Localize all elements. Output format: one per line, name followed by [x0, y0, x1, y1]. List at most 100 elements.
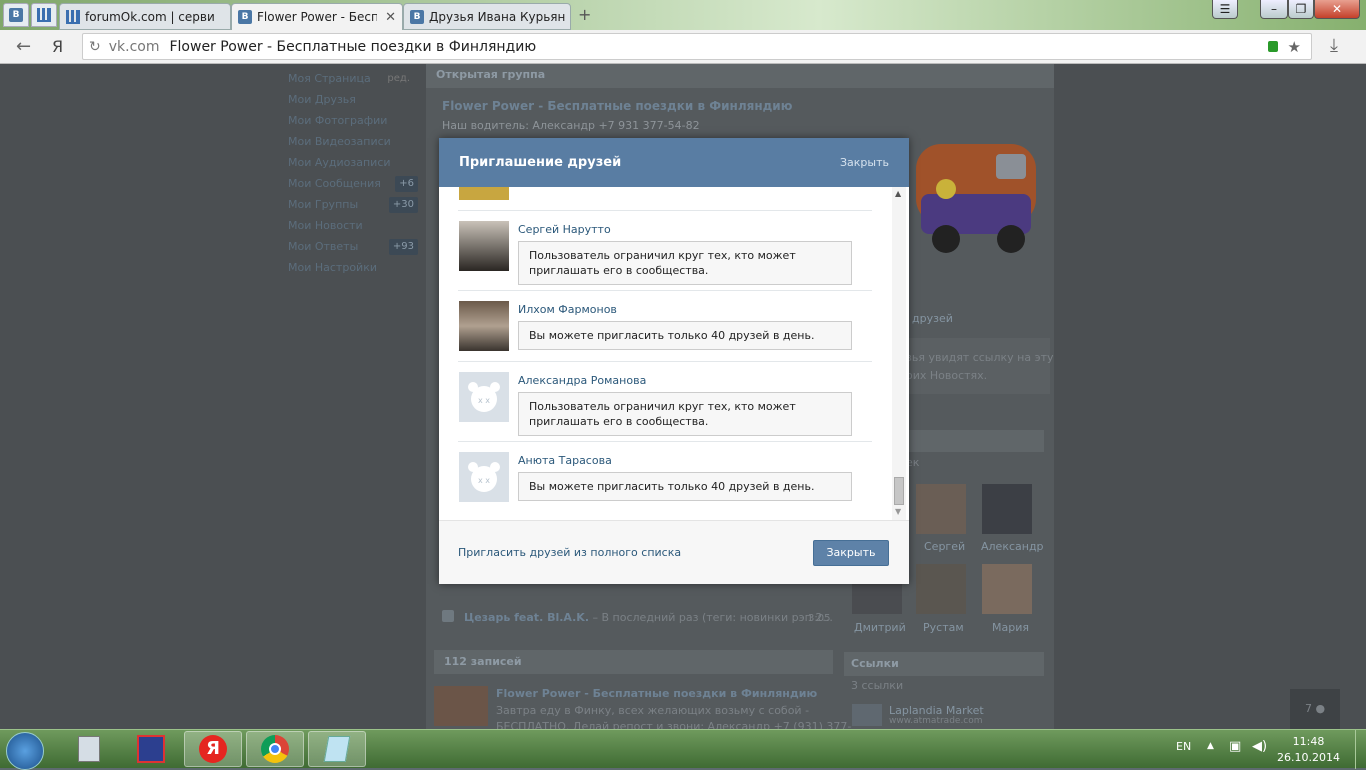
link-thumb[interactable]	[852, 704, 882, 726]
invite-friends-dialog: Приглашение друзей Закрыть Сергей Нарутт…	[439, 138, 909, 584]
nav-my-groups[interactable]: Мои Группы +30	[288, 194, 418, 215]
back-arrow-icon[interactable]: ←	[16, 36, 31, 57]
nav-my-page[interactable]: Моя Страница ред.	[288, 68, 418, 89]
show-desktop-button[interactable]	[1355, 730, 1366, 769]
count-badge: +93	[388, 239, 418, 255]
nav-my-answers[interactable]: Мои Ответы +93	[288, 236, 418, 257]
member-name[interactable]: Рустам	[923, 621, 964, 634]
tab-forumok[interactable]: forumOk.com | серви	[59, 3, 231, 30]
list-item: x x Александра Романова Пользователь огр…	[458, 361, 872, 441]
minimize-icon[interactable]: –	[1260, 0, 1288, 19]
svg-text:x x: x x	[478, 476, 490, 485]
nav-my-audio[interactable]: Мои Аудиозаписи	[288, 152, 418, 173]
friend-name[interactable]: Илхом Фармонов	[518, 303, 617, 316]
new-tab-button[interactable]: +	[578, 5, 591, 24]
tab-label: Друзья Ивана Курьян	[429, 9, 566, 24]
limit-message: Вы можете пригласить только 40 друзей в …	[518, 321, 852, 350]
member-name[interactable]: Сергей	[924, 540, 965, 553]
audio-desc: – В последний раз (теги: новинки рэп 2..…	[589, 611, 833, 624]
friend-avatar-partial	[459, 187, 509, 200]
nav-my-photos[interactable]: Мои Фотографии	[288, 110, 418, 131]
close-icon[interactable]: ✕	[381, 10, 396, 25]
member-name[interactable]: Дмитрий	[854, 621, 906, 634]
default-avatar-icon[interactable]: x x	[459, 452, 509, 502]
invite-full-list-link[interactable]: Пригласить друзей из полного списка	[458, 546, 681, 559]
nav-my-messages[interactable]: Мои Сообщения +6	[288, 173, 418, 194]
tab-flower-power[interactable]: B Flower Power - Бесплат ✕	[231, 3, 403, 30]
friend-name[interactable]: Сергей Нарутто	[518, 223, 611, 236]
list-item: Илхом Фармонов Вы можете пригласить толь…	[458, 290, 872, 361]
restriction-message: Пользователь ограничил круг тех, кто мож…	[518, 392, 852, 436]
post-author[interactable]: Flower Power - Бесплатные поездки в Финл…	[496, 687, 817, 700]
scrollbar[interactable]: ▲ ▼	[892, 187, 906, 520]
friend-name[interactable]: Анюта Тарасова	[518, 454, 612, 467]
scrollbar-thumb[interactable]	[894, 477, 904, 505]
share-note-1: зья увидят ссылку на эту	[906, 351, 1054, 364]
pinned-tab-forum[interactable]	[31, 3, 57, 27]
tray-arrow-icon[interactable]: ▲	[1207, 741, 1214, 751]
calculator-icon[interactable]	[60, 731, 118, 767]
nav-my-news[interactable]: Мои Новости	[288, 215, 418, 236]
group-driver: Наш водитель: Александр +7 931 377-54-82	[442, 119, 700, 132]
volume-icon[interactable]: ◀)	[1252, 739, 1267, 754]
nav-my-settings[interactable]: Мои Настройки	[288, 257, 418, 278]
tab-label: Flower Power - Бесплат	[257, 10, 377, 24]
member-avatar[interactable]	[916, 484, 966, 534]
dialog-title: Приглашение друзей	[459, 155, 622, 170]
post-text-2: БЕСПЛАТНО. Делай репост и звони: Алексан…	[496, 720, 852, 729]
friend-avatar[interactable]	[459, 301, 509, 351]
download-icon[interactable]: ⤓	[1330, 35, 1338, 56]
list-item: x x Анюта Тарасова Вы можете пригласить …	[458, 441, 872, 520]
chat-badge[interactable]: 7 ●	[1290, 689, 1340, 729]
tab-friends[interactable]: B Друзья Ивана Курьян	[403, 3, 571, 30]
address-field[interactable]: ↻ vk.com Flower Power - Бесплатные поезд…	[82, 33, 1312, 60]
default-avatar-icon[interactable]: x x	[459, 372, 509, 422]
chrome-icon[interactable]	[246, 731, 304, 767]
member-name[interactable]: Александр	[981, 540, 1044, 553]
yandex-browser-icon[interactable]: Я	[184, 731, 242, 767]
star-icon[interactable]: ★	[1288, 38, 1301, 56]
member-name[interactable]: Мария	[992, 621, 1029, 634]
friend-avatar[interactable]	[459, 221, 509, 271]
friends-link[interactable]: друзей	[912, 312, 953, 325]
svg-text:x x: x x	[478, 396, 490, 405]
edit-link[interactable]: ред.	[387, 68, 410, 89]
forum-icon	[37, 8, 51, 22]
group-avatar-van	[916, 144, 1036, 253]
post-avatar[interactable]	[434, 686, 488, 726]
member-avatar[interactable]	[982, 484, 1032, 534]
save-disk-icon[interactable]	[122, 731, 180, 767]
lock-icon[interactable]	[1267, 41, 1278, 52]
notepad-icon[interactable]	[308, 731, 366, 767]
member-avatar[interactable]	[982, 564, 1032, 614]
menu-icon[interactable]: ☰	[1212, 0, 1238, 19]
yandex-logo[interactable]: Я	[52, 37, 63, 56]
nav-my-videos[interactable]: Мои Видеозаписи	[288, 131, 418, 152]
vk-icon: B	[238, 10, 252, 24]
close-button[interactable]: Закрыть	[813, 540, 889, 566]
play-icon[interactable]	[442, 610, 454, 622]
friend-name[interactable]: Александра Романова	[518, 374, 646, 387]
scroll-down-icon[interactable]: ▼	[895, 507, 901, 516]
start-button[interactable]	[6, 732, 44, 770]
pinned-tab-vk[interactable]: B	[3, 3, 29, 27]
links-header: Ссылки	[844, 652, 1044, 676]
posts-header: 112 записей	[434, 650, 833, 674]
browser-tab-strip: B forumOk.com | серви B Flower Power - Б…	[0, 0, 1366, 30]
close-window-icon[interactable]: ✕	[1314, 0, 1360, 19]
restriction-message: Пользователь ограничил круг тех, кто мож…	[518, 241, 852, 285]
reload-icon[interactable]: ↻	[89, 39, 101, 55]
clock[interactable]: 11:48 26.10.2014	[1277, 734, 1340, 766]
audio-title[interactable]: Цезарь feat. Bl.A.K.	[464, 611, 589, 624]
scroll-up-icon[interactable]: ▲	[895, 189, 901, 198]
network-icon[interactable]: ▣	[1229, 739, 1241, 754]
nav-my-friends[interactable]: Мои Друзья	[288, 89, 418, 110]
language-indicator[interactable]: EN	[1176, 740, 1191, 753]
dialog-close-link[interactable]: Закрыть	[840, 156, 889, 169]
member-avatar[interactable]	[916, 564, 966, 614]
link-url: www.atmatrade.com	[889, 716, 983, 726]
dialog-footer: Пригласить друзей из полного списка Закр…	[439, 520, 909, 584]
forum-icon	[66, 9, 80, 24]
restore-icon[interactable]: ❐	[1288, 0, 1314, 19]
share-note-2: оих Новостях.	[906, 369, 988, 382]
